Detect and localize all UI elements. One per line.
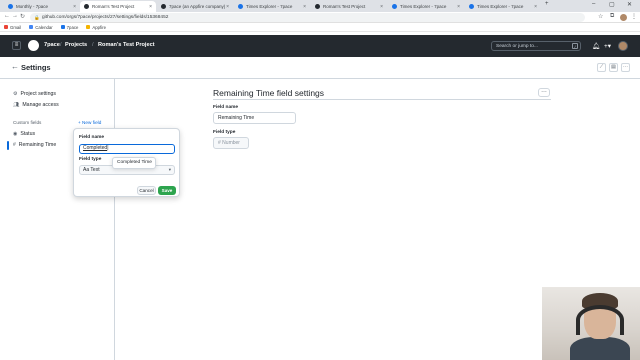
- browser-tab[interactable]: Roman's Test Project ×: [311, 1, 387, 12]
- extensions-icon[interactable]: ⧉: [610, 13, 614, 20]
- maximize-icon[interactable]: ▢: [609, 1, 615, 8]
- calendar-icon: [29, 25, 34, 29]
- field-name-input[interactable]: Remaining Time: [213, 112, 296, 124]
- tab-favicon-icon: [238, 4, 243, 9]
- browser-tab[interactable]: Times Explorer - 7pace ×: [388, 1, 464, 12]
- breadcrumb-separator: /: [92, 42, 94, 48]
- tab-favicon-icon: [469, 4, 474, 9]
- browser-tab-strip: Monthly - 7pace × Roman's Test Project × 7…: [0, 0, 640, 12]
- number-icon: #: [218, 140, 221, 146]
- field-type-label: Field type: [213, 130, 236, 135]
- tab-favicon-icon: [392, 4, 397, 9]
- github-favicon-icon: [84, 4, 89, 9]
- chevron-down-icon: ▾: [168, 167, 171, 172]
- star-icon[interactable]: ☆: [598, 13, 603, 20]
- bell-icon[interactable]: 🔔︎: [592, 42, 600, 50]
- popover-field-name-label: Field name: [79, 135, 105, 140]
- close-icon[interactable]: ×: [73, 4, 76, 10]
- person-shirt: [570, 337, 630, 360]
- insights-icon[interactable]: ⟋: [597, 63, 606, 72]
- new-tab-icon[interactable]: +: [545, 1, 549, 7]
- github-logo-icon[interactable]: [28, 40, 39, 51]
- lock-icon: 🔒: [34, 15, 40, 20]
- sidebar-item-project-settings[interactable]: ⚙ Project settings: [13, 91, 56, 97]
- browser-tab[interactable]: Times Explorer - 7pace ×: [234, 1, 310, 12]
- sidebar-item-manage-access[interactable]: 👥︎ Manage access: [13, 102, 59, 108]
- browser-tab-active[interactable]: Roman's Test Project ×: [80, 1, 156, 12]
- popover-field-type-label: Field type: [79, 157, 102, 162]
- browser-toolbar: ← → ↻ 🔒 github.com/orgs/7pace/projects/2…: [0, 12, 640, 23]
- new-field-name-input[interactable]: Completed|: [79, 144, 175, 154]
- bookmark-appfire[interactable]: Appfire: [86, 25, 106, 30]
- appfire-icon: [86, 25, 91, 29]
- people-icon: 👥︎: [13, 102, 20, 108]
- github-header: ≡ 7pace / Projects / Roman's Test Projec…: [0, 35, 640, 57]
- close-window-icon[interactable]: ✕: [627, 1, 632, 8]
- bookmark-gmail[interactable]: Gmail: [4, 25, 21, 30]
- minimize-icon[interactable]: –: [592, 1, 595, 7]
- autocomplete-suggestion[interactable]: Completed Time: [112, 157, 156, 169]
- sidebar-field-remaining-time[interactable]: # Remaining Time: [13, 142, 56, 148]
- cancel-button[interactable]: Cancel: [137, 186, 156, 195]
- project-layout-icon[interactable]: ▤: [609, 63, 618, 72]
- more-options-icon[interactable]: ⋯: [621, 63, 630, 72]
- sidebar-field-status[interactable]: ◉ Status: [13, 131, 35, 137]
- field-type-select: # Number: [213, 137, 249, 149]
- bookmark-7pace[interactable]: 7pace: [60, 25, 78, 30]
- close-icon[interactable]: ×: [226, 4, 229, 10]
- divider: [213, 99, 551, 100]
- bookmark-calendar[interactable]: Calendar: [29, 25, 53, 30]
- close-icon[interactable]: ×: [303, 4, 306, 10]
- search-shortcut-badge: /: [572, 43, 578, 49]
- reload-icon[interactable]: ↻: [20, 13, 25, 20]
- breadcrumb-project-name[interactable]: Roman's Test Project: [98, 42, 155, 48]
- breadcrumb-org[interactable]: 7pace: [44, 42, 60, 48]
- save-button[interactable]: Save: [158, 186, 176, 195]
- page-title: Settings: [21, 63, 51, 72]
- github-favicon-icon: [161, 4, 166, 9]
- plus-dropdown-icon[interactable]: +▾: [604, 42, 611, 50]
- github-favicon-icon: [315, 4, 320, 9]
- forward-arrow-icon[interactable]: →: [12, 13, 18, 19]
- webcam-overlay: [542, 287, 640, 360]
- address-bar[interactable]: 🔒 github.com/orgs/7pace/projects/27/sett…: [30, 13, 585, 22]
- selected-indicator: [7, 141, 9, 150]
- breadcrumb-separator: /: [60, 42, 62, 48]
- settings-header: ← Settings ⟋ ▤ ⋯: [0, 57, 640, 79]
- custom-fields-label: Custom fields: [13, 120, 42, 125]
- kebab-menu-icon[interactable]: ⋮: [631, 13, 637, 20]
- field-settings-title: Remaining Time field settings: [213, 88, 325, 98]
- browser-tab[interactable]: Monthly - 7pace ×: [4, 1, 80, 12]
- more-options-button[interactable]: …: [538, 88, 550, 97]
- close-icon[interactable]: ×: [534, 4, 537, 10]
- single-select-icon: ◉: [13, 131, 18, 137]
- search-input[interactable]: Search or jump to... /: [491, 41, 581, 51]
- hamburger-menu-icon[interactable]: ≡: [12, 41, 21, 50]
- number-icon: #: [13, 142, 16, 148]
- breadcrumb-projects[interactable]: Projects: [65, 42, 87, 48]
- gear-icon: ⚙: [13, 91, 18, 97]
- field-name-label: Field name: [213, 105, 239, 110]
- back-arrow-icon[interactable]: ←: [11, 62, 19, 71]
- close-icon[interactable]: ×: [457, 4, 460, 10]
- close-icon[interactable]: ×: [380, 4, 383, 10]
- settings-sidebar: ⚙ Project settings 👥︎ Manage access Custom…: [0, 79, 115, 360]
- bookmarks-bar: Gmail Calendar 7pace Appfire: [0, 23, 640, 32]
- close-icon[interactable]: ×: [149, 4, 152, 10]
- back-arrow-icon[interactable]: ←: [4, 13, 10, 19]
- 7pace-icon: [60, 25, 65, 29]
- browser-tab[interactable]: 7pace (an Appfire company) ×: [157, 1, 233, 12]
- browser-tab[interactable]: Times Explorer - 7pace ×: [465, 1, 541, 12]
- gmail-icon: [4, 25, 8, 29]
- tab-favicon-icon: [8, 4, 13, 9]
- new-field-button[interactable]: + New field: [78, 120, 101, 125]
- profile-avatar[interactable]: [620, 14, 627, 21]
- user-avatar[interactable]: [618, 41, 628, 51]
- headphones-icon: [576, 305, 624, 335]
